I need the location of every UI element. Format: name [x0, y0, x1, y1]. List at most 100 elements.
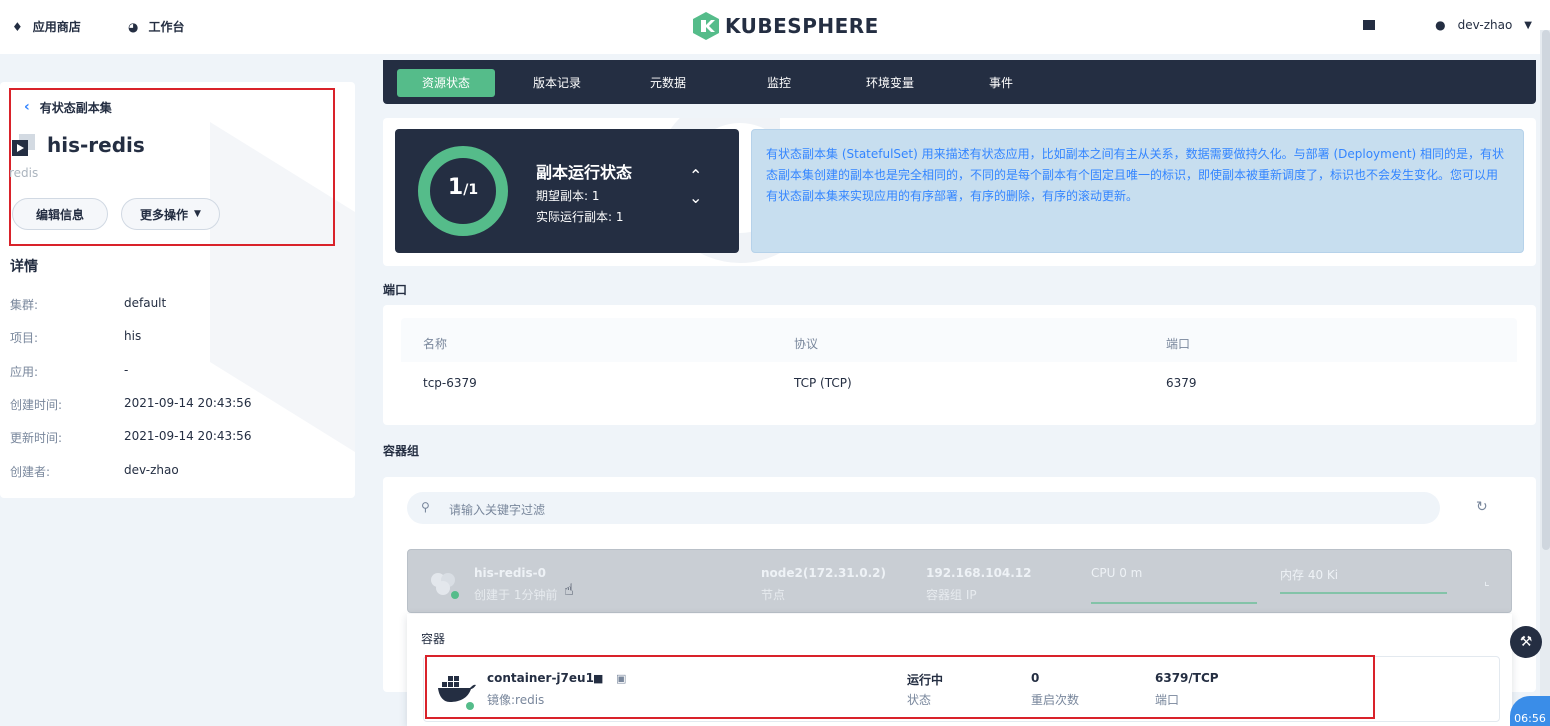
search-input[interactable]: 请输入关键字过滤 — [449, 501, 545, 518]
caret-down-icon: ▼ — [1524, 19, 1532, 31]
pod-ip-label: 容器组 IP — [926, 588, 977, 602]
pod-search-bar[interactable]: ⚲ 请输入关键字过滤 — [407, 492, 1440, 524]
pod-cpu: CPU 0 m — [1091, 566, 1143, 580]
cpu-bar — [1091, 602, 1257, 604]
replica-ratio-sub: /1 — [463, 182, 479, 198]
refresh-icon[interactable]: ↻ — [1476, 499, 1488, 515]
chevron-up-icon[interactable]: ⌃ — [689, 168, 702, 184]
detail-value-creator: dev-zhao — [124, 463, 179, 477]
hammer-tool-icon[interactable]: ⚒ — [1510, 626, 1542, 658]
container-name[interactable]: container-j7eu1z — [487, 671, 601, 685]
pod-ip: 192.168.104.12 — [926, 566, 1032, 580]
tab-env-vars[interactable]: 环境变量 — [840, 69, 940, 97]
back-label: 有状态副本集 — [39, 100, 112, 115]
pod-memory: 内存 40 Ki — [1280, 568, 1339, 582]
detail-label-project: 项目: — [10, 331, 39, 345]
layers-icon: ♦ — [12, 19, 23, 34]
detail-label-cluster: 集群: — [10, 298, 39, 312]
user-icon: ● — [1435, 18, 1446, 32]
nav-app-store[interactable]: ♦ 应用商店 — [12, 18, 81, 35]
tab-events[interactable]: 事件 — [951, 69, 1051, 97]
containers-title: 容器 — [421, 632, 446, 646]
clock-time: 06:56 — [1514, 712, 1546, 725]
container-restarts-label: 重启次数 — [1031, 693, 1080, 707]
notebook-icon[interactable] — [1363, 20, 1376, 30]
detail-value-app: - — [124, 363, 129, 377]
resource-name: his-redis — [47, 133, 145, 157]
table-row — [401, 362, 1517, 402]
pod-node: node2(172.31.0.2) — [761, 566, 886, 580]
detail-label-updated: 更新时间: — [10, 431, 63, 445]
scale-control[interactable]: ⌃ ⌄ — [689, 168, 702, 206]
memory-bar — [1280, 592, 1447, 594]
container-restarts: 0 — [1031, 671, 1040, 685]
pod-name[interactable]: his-redis-0 — [474, 566, 546, 580]
port-header-protocol: 协议 — [794, 337, 819, 351]
replica-status-card: 1/1 副本运行状态 期望副本: 1 实际运行副本: 1 ⌃ ⌄ — [395, 129, 739, 253]
desired-replicas: 期望副本: 1 — [536, 189, 600, 203]
replica-ratio-main: 1 — [447, 175, 464, 200]
logs-icon[interactable]: ■ — [593, 672, 603, 685]
tab-bar: 资源状态 版本记录 元数据 监控 环境变量 事件 — [383, 60, 1536, 104]
container-port-label: 端口 — [1155, 693, 1180, 707]
highlight-container-box — [425, 655, 1375, 719]
port-header-name: 名称 — [423, 337, 448, 351]
terminal-icon[interactable]: ▣ — [616, 672, 626, 685]
port-name: tcp-6379 — [423, 376, 477, 390]
detail-label-created: 创建时间: — [10, 398, 63, 412]
statefulset-icon — [12, 134, 36, 161]
port-header-port: 端口 — [1166, 337, 1191, 351]
replica-status-title: 副本运行状态 — [536, 163, 633, 182]
details-title: 详情 — [10, 259, 38, 275]
replica-ratio: 1/1 — [417, 175, 509, 200]
logo-text: KUBESPHERE — [725, 14, 879, 38]
nav-workbench-label: 工作台 — [148, 20, 185, 34]
clock-widget[interactable]: 06:56 — [1510, 696, 1550, 726]
user-name: dev-zhao — [1457, 18, 1513, 32]
detail-value-updated: 2021-09-14 20:43:56 — [124, 429, 252, 443]
scrollbar-thumb[interactable] — [1542, 30, 1550, 550]
resource-description: redis — [9, 166, 39, 180]
pods-title: 容器组 — [383, 444, 420, 458]
container-image: 镜像:redis — [487, 693, 545, 707]
pod-created: 创建于 1分钟前 — [474, 588, 558, 602]
container-port: 6379/TCP — [1155, 671, 1219, 685]
top-navbar: ♦ 应用商店 ◕ 工作台 KUBESPHERE ● dev-zhao ▼ — [0, 0, 1550, 54]
nav-workbench[interactable]: ◕ 工作台 — [128, 18, 185, 35]
detail-value-created: 2021-09-14 20:43:56 — [124, 396, 252, 410]
statefulset-info: 有状态副本集 (StatefulSet) 用来描述有状态应用，比如副本之间有主从… — [751, 129, 1524, 253]
port-protocol: TCP (TCP) — [794, 376, 852, 390]
search-icon: ⚲ — [421, 500, 430, 514]
detail-value-cluster: default — [124, 296, 167, 310]
nav-app-store-label: 应用商店 — [32, 20, 81, 34]
kubesphere-logo-icon — [693, 12, 719, 40]
port-number: 6379 — [1166, 376, 1197, 390]
user-menu[interactable]: ● dev-zhao ▼ — [1363, 18, 1532, 32]
detail-value-project: his — [124, 329, 142, 343]
caret-down-icon: ▼ — [194, 209, 201, 219]
docker-icon — [438, 676, 476, 710]
pod-node-label: 节点 — [761, 588, 786, 602]
ports-title: 端口 — [383, 283, 408, 297]
more-actions-label: 更多操作 — [140, 207, 189, 222]
pod-icon — [431, 573, 459, 599]
back-link[interactable]: ‹ 有状态副本集 — [12, 96, 124, 118]
detail-label-creator: 创建者: — [10, 465, 51, 479]
tab-revisions[interactable]: 版本记录 — [507, 69, 607, 97]
tab-resource-status[interactable]: 资源状态 — [397, 69, 495, 97]
dashboard-icon: ◕ — [128, 19, 139, 34]
expand-icon[interactable]: ⌞ — [1484, 574, 1490, 588]
running-replicas: 实际运行副本: 1 — [536, 210, 624, 224]
edit-info-label: 编辑信息 — [35, 207, 84, 222]
container-status: 运行中 — [907, 673, 944, 687]
more-actions-button[interactable]: 更多操作 ▼ — [121, 198, 220, 230]
kubesphere-logo[interactable]: KUBESPHERE — [693, 12, 879, 40]
container-status-label: 状态 — [907, 693, 932, 707]
detail-label-app: 应用: — [10, 365, 39, 379]
tab-metadata[interactable]: 元数据 — [618, 69, 718, 97]
tab-monitoring[interactable]: 监控 — [729, 69, 829, 97]
edit-info-button[interactable]: 编辑信息 — [12, 198, 108, 230]
hand-cursor-icon: ☝ — [564, 580, 574, 599]
chevron-left-icon: ‹ — [24, 99, 30, 115]
chevron-down-icon[interactable]: ⌄ — [689, 190, 702, 206]
